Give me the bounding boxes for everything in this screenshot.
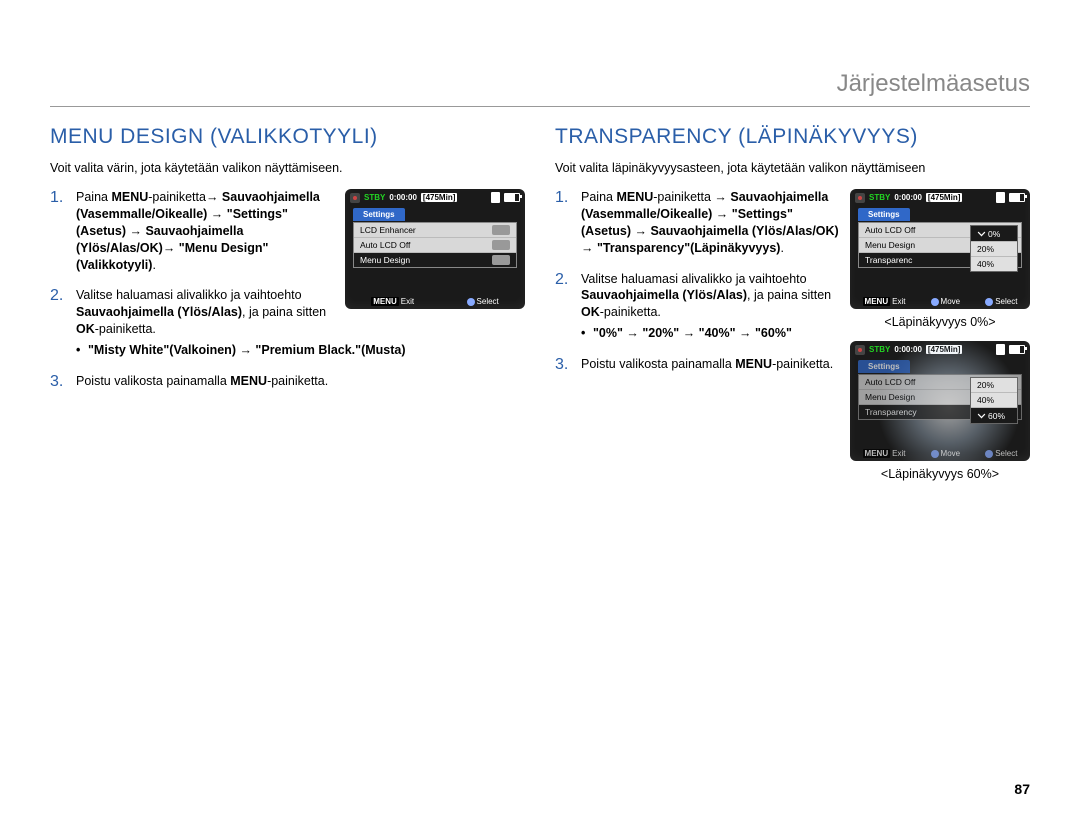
stby-label: STBY <box>869 345 890 354</box>
popup-option-selected: 60% <box>971 408 1017 423</box>
select-icon <box>985 450 993 458</box>
caption-60: <Läpinäkyvyys 60%> <box>850 467 1030 481</box>
rec-time: 0:00:00 <box>894 345 922 354</box>
step-3: Poistu valikosta painamalla MENU-painike… <box>50 373 525 390</box>
step-1: Paina MENU-painiketta→ Sauvaohjaimella (… <box>50 189 525 273</box>
check-icon <box>978 411 986 419</box>
menu-design-intro: Voit valita värin, jota käytetään valiko… <box>50 161 525 175</box>
menu-tag: MENU <box>863 449 891 458</box>
transparency-title: TRANSPARENCY (LÄPINÄKYVYYS) <box>555 125 1030 149</box>
step-2: Valitse haluamasi alivalikko ja vaihtoeh… <box>555 271 1030 343</box>
sd-card-icon <box>996 344 1005 355</box>
left-column: MENU DESIGN (VALIKKOTYYLI) Voit valita v… <box>50 125 525 481</box>
popup-option: 20% <box>971 378 1017 393</box>
popup-option: 40% <box>971 257 1017 271</box>
transparency-intro: Voit valita läpinäkyvyysasteen, jota käy… <box>555 161 1030 175</box>
right-column: TRANSPARENCY (LÄPINÄKYVYYS) Voit valita … <box>555 125 1030 481</box>
menu-design-steps: Paina MENU-painiketta→ Sauvaohjaimella (… <box>50 189 525 390</box>
select-label: Select <box>995 449 1017 458</box>
menu-design-title: MENU DESIGN (VALIKKOTYYLI) <box>50 125 525 149</box>
cam-topbar: STBY 0:00:00 [475Min] <box>850 341 1030 356</box>
page-header: Järjestelmäasetus <box>50 70 1030 107</box>
exit-label: Exit <box>892 449 905 458</box>
options-bullet: "0%" → "20%" → "40%" → "60%" <box>581 325 1030 342</box>
popup-option: 40% <box>971 393 1017 408</box>
remain-time: [475Min] <box>926 345 962 354</box>
move-label: Move <box>941 449 961 458</box>
transparency-popup: 20% 40% 60% <box>970 377 1018 424</box>
move-icon <box>931 450 939 458</box>
step-1: Paina MENU-painiketta → Sauvaohjaimella … <box>555 189 1030 257</box>
options-bullet: "Misty White"(Valkoinen) → "Premium Blac… <box>76 342 525 359</box>
page-number: 87 <box>1014 781 1030 797</box>
camera-mode-icon <box>855 345 865 355</box>
step-2: Valitse haluamasi alivalikko ja vaihtoeh… <box>50 287 525 359</box>
step-3: Poistu valikosta painamalla MENU-painike… <box>555 356 1030 373</box>
cam-bottom-bar: MENUExit Move Select <box>850 449 1030 458</box>
battery-icon <box>1009 345 1025 354</box>
